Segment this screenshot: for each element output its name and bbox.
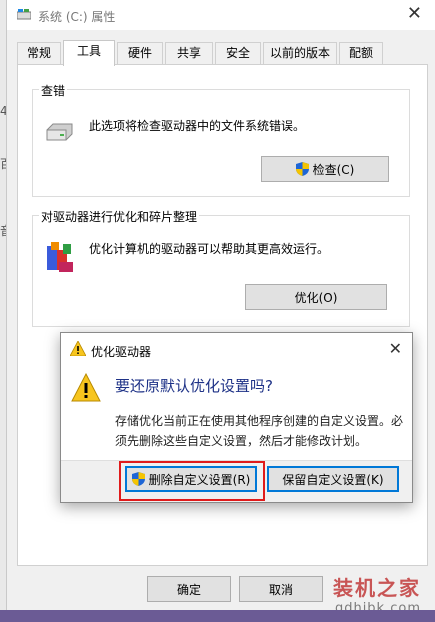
dialog-heading: 要还原默认优化设置吗? [115,377,273,395]
tab-hardware[interactable]: 硬件 [117,42,163,64]
optimize-button[interactable]: 优化(O) [245,284,387,310]
error-check-group: 查错 此选项将检查驱动器中的文件系统错误。 检查(C) [32,82,410,197]
cancel-button[interactable]: 取消 [239,576,323,602]
delete-custom-settings-button[interactable]: 删除自定义设置(R) [125,466,257,492]
warning-icon [70,341,86,356]
dialog-close-button[interactable]: ✕ [389,339,402,358]
tab-previous-versions[interactable]: 以前的版本 [263,42,337,64]
keep-custom-settings-label: 保留自定义设置(K) [282,472,384,487]
check-button[interactable]: 检查(C) [261,156,389,182]
warning-icon [71,373,101,402]
delete-custom-settings-label: 删除自定义设置(R) [148,472,251,487]
defrag-icon [47,242,73,272]
window-title: 系统 (C:) 属性 [38,10,116,24]
properties-window: 系统 (C:) 属性 ✕ 常规 工具 硬件 共享 安全 以前的版本 配额 查错 … [6,0,435,610]
check-button-label: 检查(C) [312,162,355,177]
drive-icon [17,9,31,20]
uac-shield-icon [295,162,309,176]
hard-drive-icon [46,123,73,141]
dialog-title: 优化驱动器 [91,345,152,359]
optimize-description: 优化计算机的驱动器可以帮助其更高效运行。 [89,242,330,256]
tab-security[interactable]: 安全 [215,42,261,64]
error-check-title: 查错 [39,82,68,99]
dialog-footer: 删除自定义设置(R) 保留自定义设置(K) [61,460,412,502]
ok-button-label: 确定 [176,582,201,597]
optimize-title: 对驱动器进行优化和碎片整理 [39,208,200,225]
optimize-button-label: 优化(O) [294,290,338,305]
tab-sharing[interactable]: 共享 [165,42,213,64]
keep-custom-settings-button[interactable]: 保留自定义设置(K) [267,466,399,492]
taskbar-strip [0,610,435,622]
tab-tools[interactable]: 工具 [63,40,115,66]
watermark-brand: 装机之家 [333,576,421,600]
dialog-message: 存储优化当前正在使用其他程序创建的自定义设置。必须先删除这些自定义设置，然后才能… [115,414,404,448]
title-bar: 系统 (C:) 属性 ✕ [7,0,435,30]
tab-general[interactable]: 常规 [17,42,61,64]
cancel-button-label: 取消 [268,582,293,597]
tab-quota[interactable]: 配额 [339,42,383,64]
uac-shield-icon [131,472,145,486]
error-check-description: 此选项将检查驱动器中的文件系统错误。 [89,119,306,133]
close-button[interactable]: ✕ [407,4,422,24]
optimize-drives-dialog: 优化驱动器 ✕ 要还原默认优化设置吗? 存储优化当前正在使用其他程序创建的自定义… [60,332,413,503]
optimize-group: 对驱动器进行优化和碎片整理 优化计算机的驱动器可以帮助其更高效运行。 优化(O) [32,208,410,327]
ok-button[interactable]: 确定 [147,576,231,602]
